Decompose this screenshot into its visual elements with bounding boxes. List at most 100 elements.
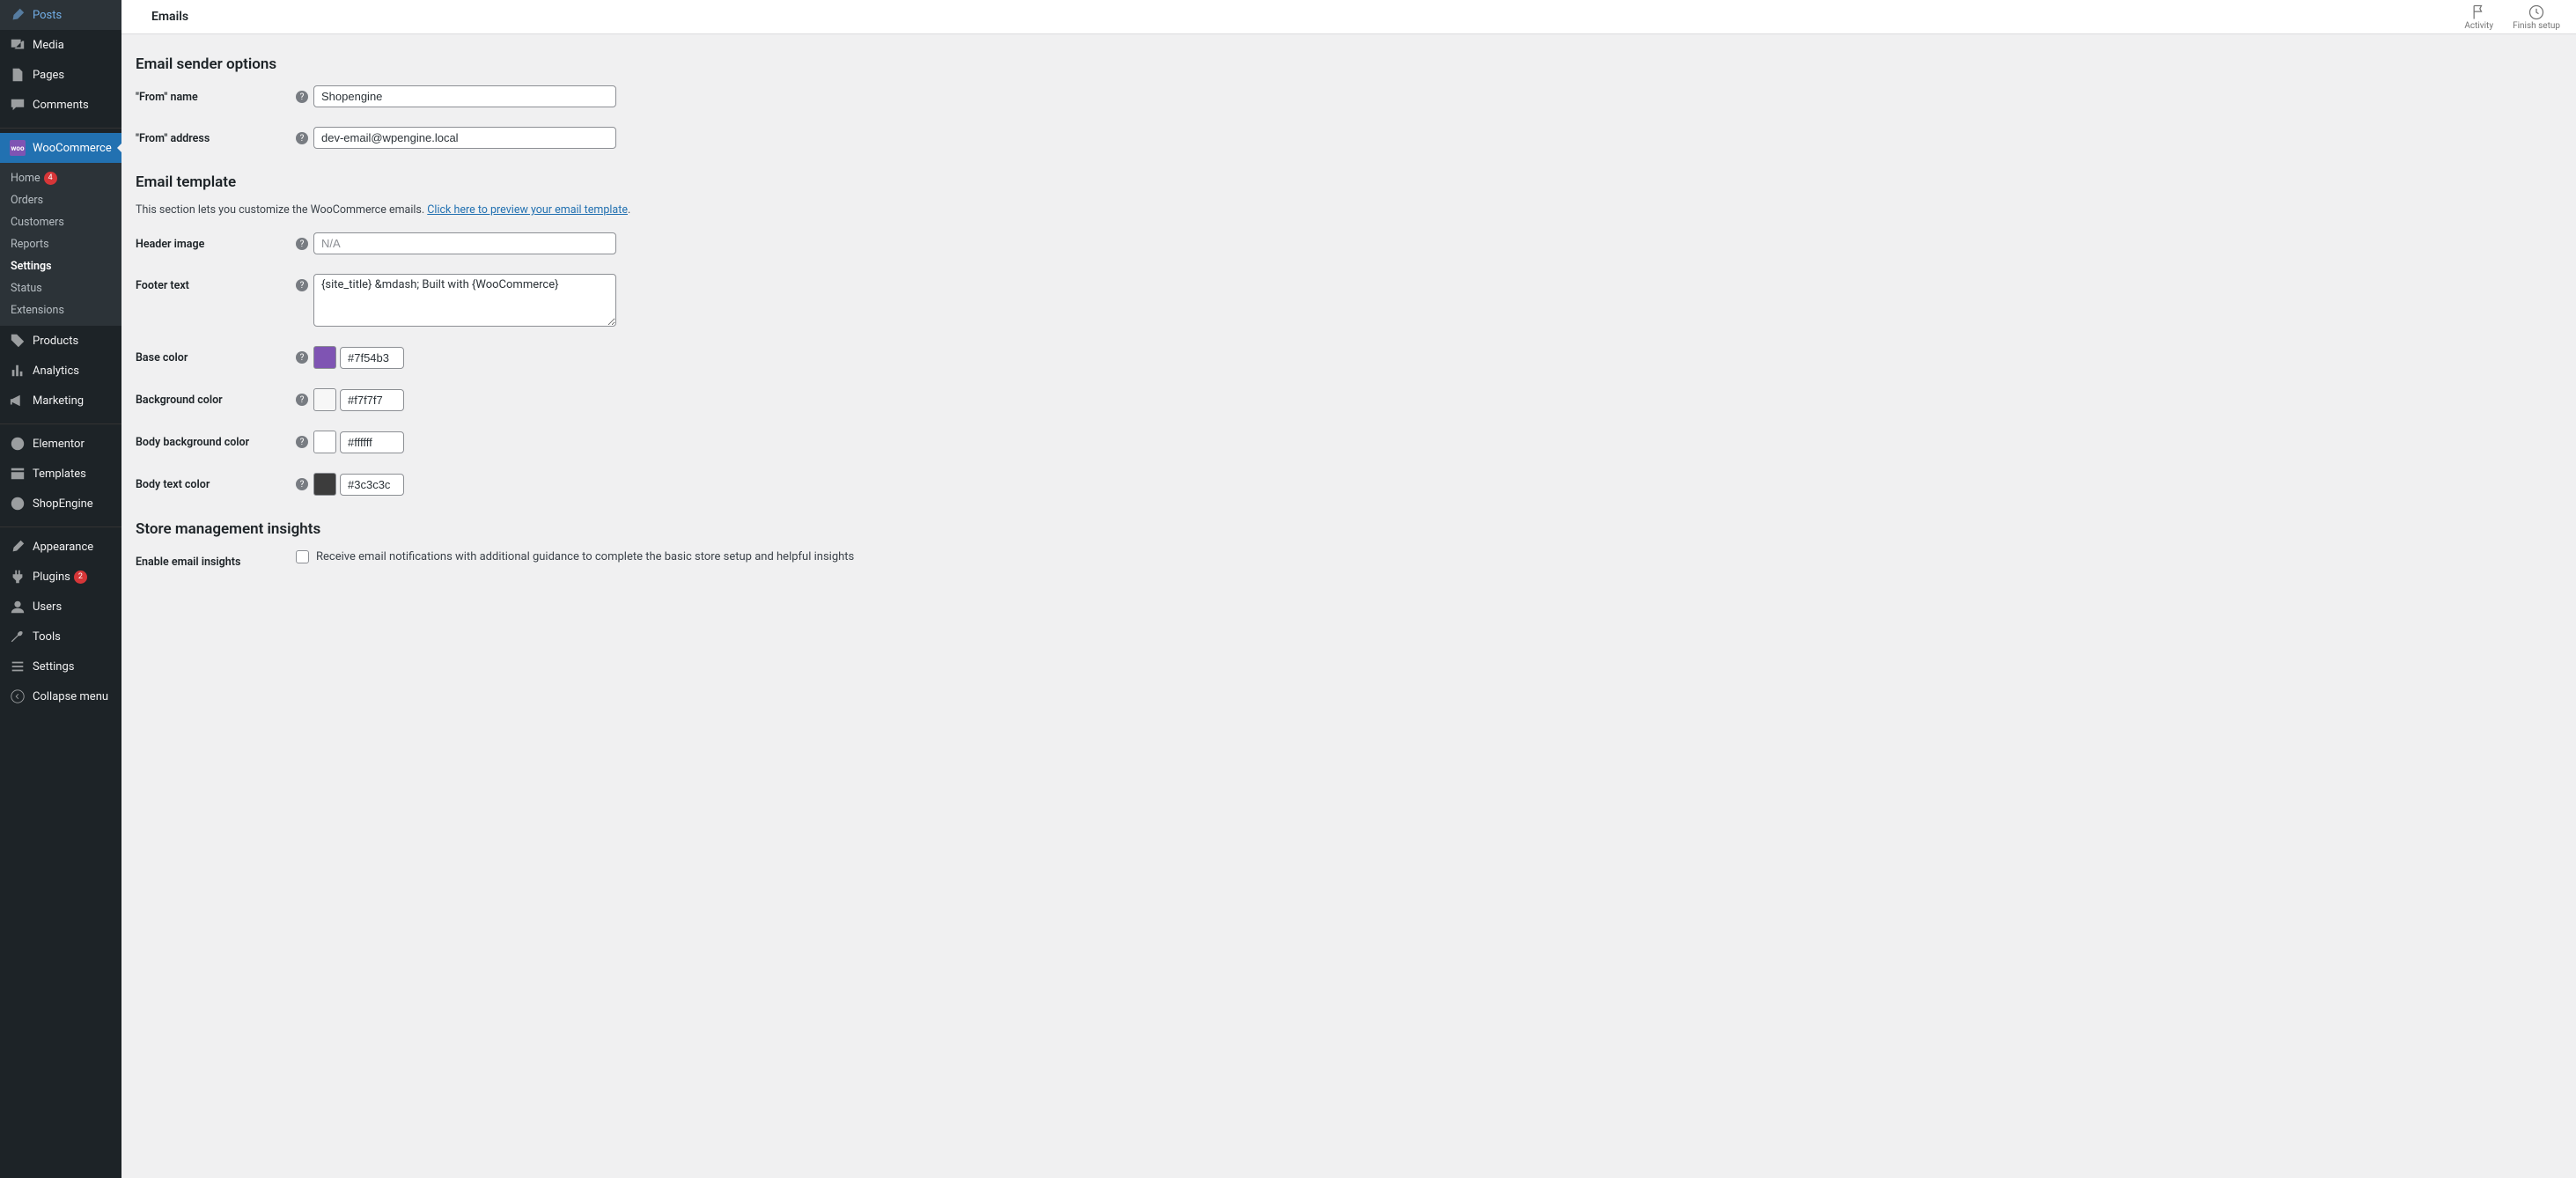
sidebar-sub-settings[interactable]: Settings bbox=[0, 255, 121, 277]
sidebar-label: Analytics bbox=[33, 364, 79, 378]
template-description: This section lets you customize the WooC… bbox=[136, 203, 2562, 217]
from-address-input[interactable] bbox=[313, 127, 616, 149]
sidebar-item-pages[interactable]: Pages bbox=[0, 60, 121, 90]
activity-button[interactable]: Activity bbox=[2464, 4, 2493, 31]
sidebar-item-elementor[interactable]: Elementor bbox=[0, 429, 121, 459]
sidebar-sub-home[interactable]: Home 4 bbox=[0, 167, 121, 189]
base-color-label: Base color bbox=[136, 346, 296, 364]
desc-end: . bbox=[628, 203, 630, 217]
sidebar-sub-label: Extensions bbox=[11, 304, 64, 317]
sidebar-sub-extensions[interactable]: Extensions bbox=[0, 299, 121, 321]
sidebar-item-plugins[interactable]: Plugins 2 bbox=[0, 562, 121, 592]
sidebar-item-comments[interactable]: Comments bbox=[0, 90, 121, 120]
sidebar-label: Products bbox=[33, 335, 78, 348]
finish-setup-button[interactable]: Finish setup bbox=[2513, 4, 2560, 31]
plugins-badge: 2 bbox=[74, 571, 87, 584]
sidebar-label: Settings bbox=[33, 660, 74, 674]
footer-text-label: Footer text bbox=[136, 274, 296, 292]
sidebar-label: Posts bbox=[33, 9, 62, 22]
sidebar-label: Appearance bbox=[33, 541, 93, 554]
help-icon[interactable]: ? bbox=[296, 238, 308, 250]
body-text-input[interactable] bbox=[340, 474, 404, 496]
footer-text-input[interactable] bbox=[313, 274, 616, 327]
admin-sidebar: Posts Media Pages Comments woo WooCommer… bbox=[0, 0, 121, 1178]
sidebar-label: Users bbox=[33, 600, 62, 614]
sidebar-label: Marketing bbox=[33, 394, 84, 408]
settings-form: Email sender options "From" name ? "From… bbox=[121, 34, 2576, 629]
sidebar-item-settings[interactable]: Settings bbox=[0, 652, 121, 681]
page-title: Emails bbox=[151, 10, 188, 24]
help-icon[interactable]: ? bbox=[296, 436, 308, 448]
sidebar-sub-label: Reports bbox=[11, 238, 49, 251]
body-bg-input[interactable] bbox=[340, 431, 404, 453]
sidebar-label: Media bbox=[33, 39, 64, 52]
user-icon bbox=[9, 598, 26, 615]
background-color-input[interactable] bbox=[340, 389, 404, 411]
background-color-swatch[interactable] bbox=[313, 388, 336, 411]
help-icon[interactable]: ? bbox=[296, 478, 308, 490]
templates-icon bbox=[9, 465, 26, 482]
enable-insights-checkbox[interactable] bbox=[296, 550, 309, 563]
sidebar-item-appearance[interactable]: Appearance bbox=[0, 532, 121, 562]
sidebar-label: Plugins bbox=[33, 571, 70, 584]
finish-setup-label: Finish setup bbox=[2513, 21, 2560, 31]
sidebar-item-tools[interactable]: Tools bbox=[0, 622, 121, 652]
preview-template-link[interactable]: Click here to preview your email templat… bbox=[427, 203, 628, 217]
body-text-swatch[interactable] bbox=[313, 473, 336, 496]
body-bg-swatch[interactable] bbox=[313, 431, 336, 453]
help-icon[interactable]: ? bbox=[296, 279, 308, 291]
sidebar-label: ShopEngine bbox=[33, 497, 93, 511]
clock-icon bbox=[2528, 4, 2545, 21]
help-icon[interactable]: ? bbox=[296, 394, 308, 406]
base-color-input[interactable] bbox=[340, 347, 404, 369]
sidebar-collapse[interactable]: Collapse menu bbox=[0, 681, 121, 711]
sidebar-label: Tools bbox=[33, 630, 61, 644]
flag-icon bbox=[2470, 4, 2488, 21]
sidebar-sub-orders[interactable]: Orders bbox=[0, 189, 121, 211]
activity-label: Activity bbox=[2464, 21, 2493, 31]
woocommerce-icon: woo bbox=[9, 139, 26, 157]
collapse-icon bbox=[9, 688, 26, 705]
sidebar-sub-reports[interactable]: Reports bbox=[0, 233, 121, 255]
sidebar-item-templates[interactable]: Templates bbox=[0, 459, 121, 489]
sidebar-item-users[interactable]: Users bbox=[0, 592, 121, 622]
section-insights-title: Store management insights bbox=[136, 520, 2562, 538]
content-area: Emails Activity Finish setup Email sende… bbox=[121, 0, 2576, 1178]
base-color-swatch[interactable] bbox=[313, 346, 336, 369]
sidebar-label: WooCommerce bbox=[33, 142, 112, 155]
sidebar-item-media[interactable]: Media bbox=[0, 30, 121, 60]
sidebar-item-analytics[interactable]: Analytics bbox=[0, 356, 121, 386]
sidebar-label: Comments bbox=[33, 99, 89, 112]
elementor-icon bbox=[9, 435, 26, 453]
sidebar-sub-status[interactable]: Status bbox=[0, 277, 121, 299]
sidebar-item-shopengine[interactable]: ShopEngine bbox=[0, 489, 121, 519]
sidebar-label: Pages bbox=[33, 69, 64, 82]
header-image-input[interactable] bbox=[313, 232, 616, 254]
desc-text: This section lets you customize the WooC… bbox=[136, 203, 427, 217]
sidebar-sub-label: Home bbox=[11, 172, 40, 185]
sidebar-item-posts[interactable]: Posts bbox=[0, 0, 121, 30]
home-badge: 4 bbox=[44, 172, 57, 185]
help-icon[interactable]: ? bbox=[296, 91, 308, 103]
section-template-title: Email template bbox=[136, 173, 2562, 191]
from-name-input[interactable] bbox=[313, 85, 616, 107]
sidebar-item-products[interactable]: Products bbox=[0, 326, 121, 356]
sidebar-item-marketing[interactable]: Marketing bbox=[0, 386, 121, 416]
chart-icon bbox=[9, 362, 26, 379]
body-text-label: Body text color bbox=[136, 473, 296, 491]
help-icon[interactable]: ? bbox=[296, 351, 308, 364]
brush-icon bbox=[9, 538, 26, 556]
comment-icon bbox=[9, 96, 26, 114]
sidebar-sub-customers[interactable]: Customers bbox=[0, 211, 121, 233]
enable-insights-desc: Receive email notifications with additio… bbox=[316, 550, 854, 563]
help-icon[interactable]: ? bbox=[296, 132, 308, 144]
sidebar-sub-label: Orders bbox=[11, 194, 43, 207]
sidebar-sub-label: Customers bbox=[11, 216, 64, 229]
body-bg-label: Body background color bbox=[136, 431, 296, 449]
sidebar-sub-label: Settings bbox=[11, 260, 52, 273]
megaphone-icon bbox=[9, 392, 26, 409]
sidebar-item-woocommerce[interactable]: woo WooCommerce bbox=[0, 133, 121, 163]
woocommerce-submenu: Home 4 Orders Customers Reports Settings… bbox=[0, 163, 121, 326]
media-icon bbox=[9, 36, 26, 54]
sliders-icon bbox=[9, 658, 26, 675]
